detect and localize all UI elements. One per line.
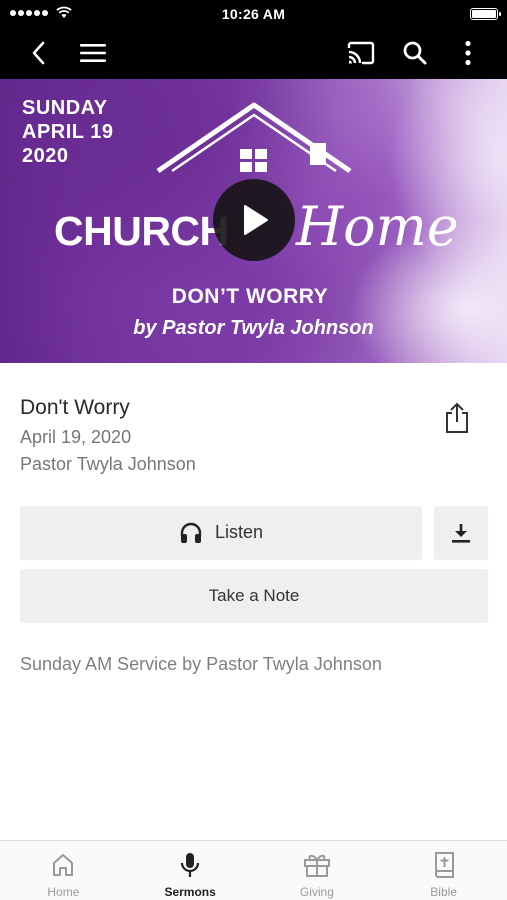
play-button[interactable] <box>213 179 295 261</box>
microphone-icon <box>181 853 200 877</box>
sermon-date: April 19, 2020 <box>20 427 132 447</box>
share-icon <box>446 402 468 433</box>
house-roof-graphic <box>156 102 352 174</box>
tab-sermons[interactable]: Sermons <box>127 841 254 900</box>
play-icon <box>244 205 268 235</box>
search-button[interactable] <box>396 34 434 72</box>
headphones-icon <box>180 522 202 543</box>
status-bar: 10:26 AM <box>0 0 507 26</box>
sermon-title: Don't Worry <box>20 396 130 419</box>
artwork-date-day: SUNDAY <box>22 97 108 119</box>
download-button[interactable] <box>434 506 488 559</box>
tab-home-label: Home <box>47 885 80 899</box>
artwork-date-month: APRIL 19 <box>22 121 114 143</box>
artwork-date-year: 2020 <box>22 145 69 167</box>
artwork-sermon-title: DON’T WORRY <box>171 285 329 308</box>
bottom-tab-bar: Home Sermons Giving Bible <box>0 840 507 900</box>
more-vertical-icon <box>465 40 471 66</box>
tab-giving-label: Giving <box>299 885 334 899</box>
more-options-button[interactable] <box>449 34 487 72</box>
download-icon <box>452 523 470 543</box>
take-a-note-label: Take a Note <box>208 585 300 605</box>
tab-bible-label: Bible <box>430 885 457 899</box>
take-a-note-button[interactable]: Take a Note <box>20 569 488 622</box>
listen-button[interactable]: Listen <box>20 506 422 559</box>
tab-giving[interactable]: Giving <box>254 841 381 900</box>
sermon-description: Sunday AM Service by Pastor Twyla Johnso… <box>20 654 382 674</box>
artwork-byline: by Pastor Twyla Johnson <box>133 317 374 339</box>
listen-label: Listen <box>214 522 264 542</box>
menu-icon <box>80 44 106 62</box>
battery-icon <box>470 8 501 20</box>
back-icon <box>32 41 45 65</box>
tab-sermons-label: Sermons <box>164 885 216 899</box>
artwork-date: SUNDAY APRIL 19 2020 <box>22 96 113 168</box>
gift-icon <box>303 854 330 877</box>
tab-home[interactable]: Home <box>0 841 127 900</box>
share-button[interactable] <box>438 398 476 438</box>
top-navigation-bar <box>0 26 507 79</box>
search-icon <box>403 41 427 65</box>
status-time: 10:26 AM <box>221 6 286 22</box>
cast-icon <box>347 41 375 65</box>
home-icon <box>53 854 74 876</box>
artwork-series-word-home: Home <box>296 195 459 258</box>
sermon-speaker: Pastor Twyla Johnson <box>20 454 196 474</box>
menu-button[interactable] <box>74 34 112 72</box>
back-button[interactable] <box>20 34 58 72</box>
tab-bible[interactable]: Bible <box>380 841 507 900</box>
bible-icon <box>434 852 454 878</box>
cast-button[interactable] <box>342 34 380 72</box>
sermon-artwork[interactable]: SUNDAY APRIL 19 2020 CHURCH Home DON’T W… <box>0 79 507 363</box>
artwork-series-word-church: CHURCH <box>54 208 229 254</box>
battery-level <box>472 10 496 18</box>
